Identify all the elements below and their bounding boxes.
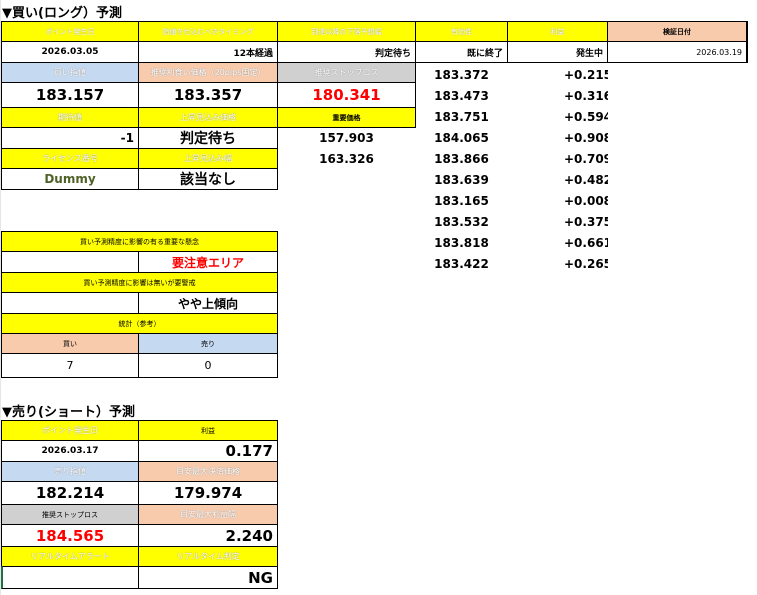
profit-cell: +0.908 [564, 130, 608, 145]
important-price-label: 重要価格 [277, 107, 416, 128]
price-cell: 183.818 [434, 235, 489, 250]
long-point-date: 2026.03.05 [1, 41, 139, 63]
max-profit-value: 2.240 [138, 524, 278, 547]
expected-value: -1 [1, 127, 139, 149]
long-verify-date: 2026.03.19 [607, 41, 747, 63]
minor-factor-blank [1, 292, 139, 314]
important-factor-value: 要注意エリア [138, 251, 278, 273]
important-price-1: 157.903 [319, 131, 374, 145]
target-close-label: 目安最大決済価格 [138, 461, 278, 482]
rise-price-label: 上昇見込み価格 [138, 107, 278, 128]
price-cell: 183.639 [434, 172, 489, 187]
sell-limit-value: 182.214 [1, 481, 139, 505]
price-cell: 183.751 [434, 109, 489, 124]
profit-cell: +0.008 [564, 193, 608, 208]
stats-label: 統計（参考） [1, 313, 278, 334]
short-point-date-label: ポイント発生日 [1, 420, 139, 441]
long-timing: 12本経過 [138, 41, 278, 63]
long-section-title: ▼買い(ロング）予測 [2, 5, 122, 21]
buy-limit-value: 183.157 [1, 82, 139, 108]
long-header-profit: 利益 [507, 21, 608, 42]
important-factor-blank [1, 251, 139, 273]
price-cell: 183.372 [434, 67, 489, 82]
short-stop-loss-label: 推奨ストップロス [1, 504, 139, 525]
important-price-2: 163.326 [319, 151, 374, 166]
realtime-alert-value [1, 566, 139, 589]
price-cell: 183.422 [434, 256, 489, 271]
stats-sell-label: 売り [138, 333, 278, 354]
long-header-point-date: ポイント発生日 [1, 21, 139, 42]
short-profit-label: 利益 [138, 420, 278, 441]
sheet-right-border [747, 21, 748, 63]
buy-limit-label: 買い指値 [1, 62, 139, 83]
stats-buy-label: 買い [1, 333, 139, 354]
take-profit-label: 推奨利食い価格（20pips固定） [138, 62, 278, 83]
stats-sell-value: 0 [138, 353, 278, 378]
price-cell: 183.532 [434, 214, 489, 229]
rise-width-label: 上昇見込み幅 [138, 148, 278, 169]
realtime-alert-label: リアルタイムアラート [1, 546, 139, 567]
important-factor-label: 買い予測精度に影響の有る重要な懸念 [1, 231, 278, 252]
long-header-verify-date: 検証日付 [607, 21, 747, 42]
take-profit-value: 183.357 [138, 82, 278, 108]
target-close-value: 179.974 [138, 481, 278, 505]
realtime-judge-value: NG [138, 566, 278, 589]
short-stop-loss-value: 184.565 [1, 524, 139, 547]
profit-cell: +0.215 [564, 67, 608, 82]
long-validity: 既に終了 [415, 41, 508, 63]
profit-cell: +0.594 [564, 109, 608, 124]
profit-cell: +0.265 [564, 256, 608, 271]
price-cell: 184.065 [434, 130, 489, 145]
long-header-drop-width: 到達以降の下落予想幅 [277, 21, 416, 42]
short-section-title: ▼売り(ショート）予測 [2, 404, 135, 420]
minor-factor-label: 買い予測精度に影響は無いが要警戒 [1, 272, 278, 293]
license-label: ライセンス番号 [1, 148, 139, 169]
stats-buy-value: 7 [1, 353, 139, 378]
stop-loss-label: 推奨ストップロス [277, 62, 416, 83]
price-cell: 183.473 [434, 88, 489, 103]
stop-loss-value: 180.341 [277, 82, 416, 108]
license-value: Dummy [1, 168, 139, 190]
expected-label: 期待値 [1, 107, 139, 128]
max-profit-label: 目安最大利益幅 [138, 504, 278, 525]
rise-price-value: 判定待ち [138, 127, 278, 149]
price-cell: 183.165 [434, 193, 489, 208]
price-cell: 183.866 [434, 151, 489, 166]
profit-cell: +0.661 [564, 235, 608, 250]
profit-cell: +0.316 [564, 88, 608, 103]
long-drop-width: 判定待ち [277, 41, 416, 63]
profit-cell: +0.482 [564, 172, 608, 187]
short-profit: 0.177 [138, 440, 278, 462]
realtime-judge-label: リアルタイム判定 [138, 546, 278, 567]
long-header-validity: 有効性 [415, 21, 508, 42]
short-point-date: 2026.03.17 [1, 440, 139, 462]
long-header-timing: 指値を仕込むべきタイミング [138, 21, 278, 42]
long-profit-status: 発生中 [507, 41, 608, 63]
sell-limit-label: 売り指値 [1, 461, 139, 482]
profit-cell: +0.375 [564, 214, 608, 229]
rise-width-value: 該当なし [138, 168, 278, 190]
profit-cell: +0.709 [564, 151, 608, 166]
minor-factor-value: やや上傾向 [138, 292, 278, 314]
